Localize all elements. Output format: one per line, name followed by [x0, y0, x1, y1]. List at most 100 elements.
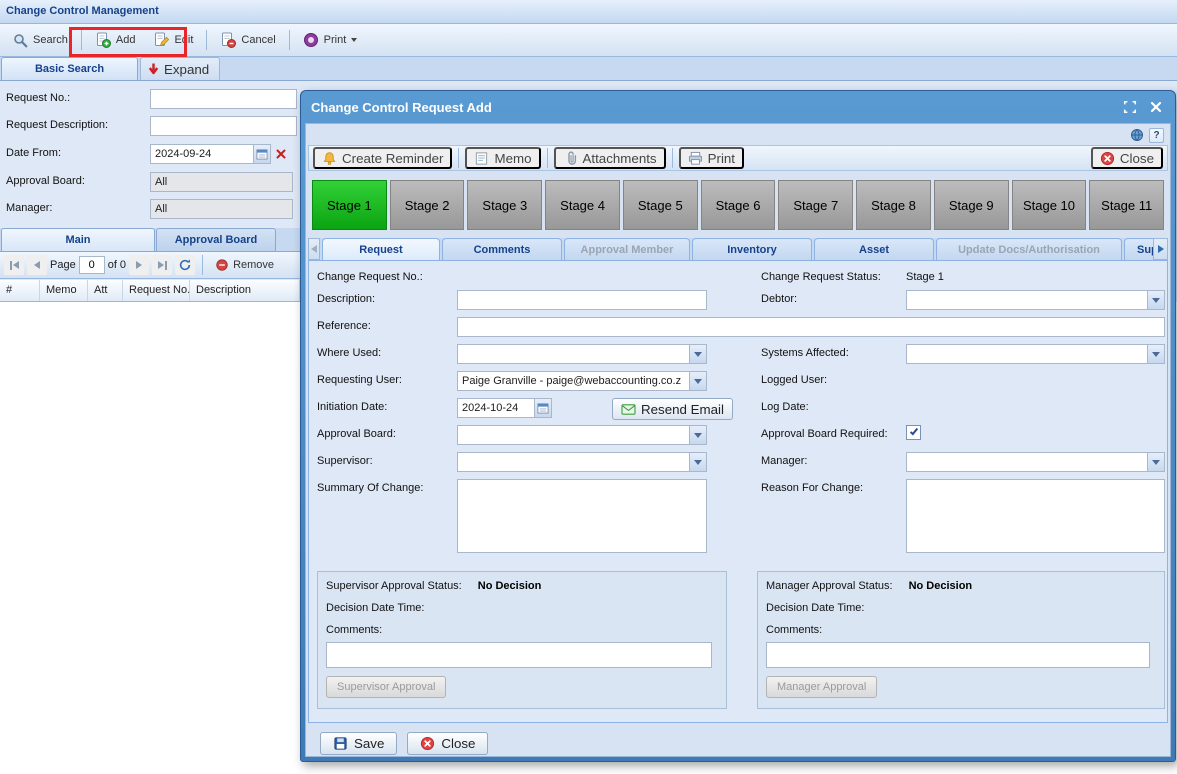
print-menu-arrow-icon: [351, 38, 357, 42]
debtor-combo[interactable]: [906, 290, 1165, 310]
stage-10-button[interactable]: Stage 10: [1012, 180, 1087, 230]
manager-combo[interactable]: [906, 452, 1165, 472]
initiation-date-picker-button[interactable]: [534, 398, 552, 418]
grid-header-att[interactable]: Att: [88, 280, 123, 301]
tab-approval-board[interactable]: Approval Board: [156, 228, 276, 251]
expand-button[interactable]: Expand: [140, 57, 220, 80]
page-number-input[interactable]: [79, 256, 105, 274]
edit-button[interactable]: Edit: [144, 27, 202, 53]
tab-basic-search[interactable]: Basic Search: [1, 57, 138, 80]
manager-comments-input[interactable]: [766, 642, 1150, 668]
modal-close-toolbar-button[interactable]: Close: [1091, 147, 1163, 169]
add-button[interactable]: Add: [86, 27, 145, 53]
dropdown-arrow-icon[interactable]: [1147, 345, 1164, 363]
refresh-button[interactable]: [175, 255, 195, 275]
supervisor-approval-button[interactable]: Supervisor Approval: [326, 676, 446, 698]
stage-7-button[interactable]: Stage 7: [778, 180, 853, 230]
dropdown-arrow-icon[interactable]: [689, 345, 706, 363]
next-page-button[interactable]: [129, 255, 149, 275]
description-input[interactable]: [457, 290, 707, 310]
dropdown-arrow-icon[interactable]: [1147, 453, 1164, 471]
stage-1-button[interactable]: Stage 1: [312, 180, 387, 230]
dropdown-arrow-icon[interactable]: [689, 372, 706, 390]
toolbar-separator: [289, 30, 290, 50]
modal-close-footer-button[interactable]: Close: [407, 732, 488, 755]
search-button-label: Search: [33, 34, 68, 46]
previous-page-icon: [34, 261, 40, 269]
stage-3-button[interactable]: Stage 3: [467, 180, 542, 230]
date-from-picker-button[interactable]: [253, 144, 271, 164]
grid-header-request-no[interactable]: Request No.: [123, 280, 190, 301]
calendar-icon: [537, 402, 549, 414]
summary-of-change-textarea[interactable]: [457, 479, 707, 553]
stage-6-button[interactable]: Stage 6: [701, 180, 776, 230]
dropdown-arrow-icon[interactable]: [689, 453, 706, 471]
tab-inventory[interactable]: Inventory: [692, 238, 812, 260]
calendar-icon: [256, 148, 268, 160]
tab-approval-member[interactable]: Approval Member: [564, 238, 690, 260]
first-page-button[interactable]: [4, 255, 24, 275]
cancel-button[interactable]: Cancel: [211, 27, 284, 53]
modal-print-button[interactable]: Print: [679, 147, 744, 169]
resend-email-button[interactable]: Resend Email: [612, 398, 733, 420]
paperclip-icon: [563, 151, 578, 166]
attachments-button[interactable]: Attachments: [554, 147, 666, 169]
systems-affected-combo[interactable]: [906, 344, 1165, 364]
scroll-right-icon: [1158, 245, 1164, 253]
tab-main[interactable]: Main: [1, 228, 155, 251]
stage-2-button[interactable]: Stage 2: [390, 180, 465, 230]
stage-4-button[interactable]: Stage 4: [545, 180, 620, 230]
remove-button-label: Remove: [233, 259, 274, 271]
stage-11-button[interactable]: Stage 11: [1089, 180, 1164, 230]
reason-for-change-textarea[interactable]: [906, 479, 1165, 553]
grid-paging-toolbar: Page of 0 Remove: [0, 252, 300, 279]
date-from-clear-button[interactable]: [273, 144, 289, 164]
supervisor-approval-panel: Supervisor Approval Status:No Decision D…: [317, 571, 727, 709]
tab-asset[interactable]: Asset: [814, 238, 934, 260]
supervisor-approval-status-value: No Decision: [478, 580, 542, 592]
memo-button-label: Memo: [494, 151, 531, 166]
last-page-button[interactable]: [152, 255, 172, 275]
close-button-titlebar[interactable]: [1147, 98, 1165, 116]
requesting-user-combo[interactable]: Paige Granville - paige@webaccounting.co…: [457, 371, 707, 391]
approval-board-required-checkbox[interactable]: [906, 425, 921, 440]
date-from-input[interactable]: 2024-09-24: [150, 144, 254, 164]
stage-9-button[interactable]: Stage 9: [934, 180, 1009, 230]
approval-board-filter-field[interactable]: All: [150, 172, 293, 192]
supervisor-comments-input[interactable]: [326, 642, 712, 668]
remove-button[interactable]: Remove: [210, 254, 279, 276]
stage-5-button[interactable]: Stage 5: [623, 180, 698, 230]
create-reminder-button[interactable]: Create Reminder: [313, 147, 452, 169]
help-button[interactable]: ?: [1149, 128, 1164, 143]
grid-header-number[interactable]: #: [0, 280, 40, 301]
grid-header-memo[interactable]: Memo: [40, 280, 88, 301]
approval-board-combo[interactable]: [457, 425, 707, 445]
request-description-input[interactable]: [150, 116, 297, 136]
tab-scroll-left-button[interactable]: [308, 238, 320, 260]
manager-filter-field[interactable]: All: [150, 199, 293, 219]
dropdown-arrow-icon[interactable]: [1147, 291, 1164, 309]
request-no-input[interactable]: [150, 89, 297, 109]
tab-comments[interactable]: Comments: [442, 238, 562, 260]
globe-button[interactable]: [1129, 128, 1144, 143]
requesting-user-value: Paige Granville - paige@webaccounting.co…: [458, 372, 706, 390]
grid-header-description[interactable]: Description: [190, 280, 300, 301]
print-button[interactable]: Print: [294, 27, 367, 53]
search-button[interactable]: Search: [4, 27, 77, 53]
supervisor-combo[interactable]: [457, 452, 707, 472]
supervisor-comments-label: Comments:: [326, 624, 382, 636]
stage-8-button[interactable]: Stage 8: [856, 180, 931, 230]
initiation-date-input[interactable]: 2024-10-24: [457, 398, 535, 418]
tab-scroll-right-button[interactable]: [1153, 238, 1168, 260]
save-button[interactable]: Save: [320, 732, 397, 755]
cancel-icon: [220, 32, 236, 48]
dropdown-arrow-icon[interactable]: [689, 426, 706, 444]
maximize-button[interactable]: [1121, 98, 1139, 116]
manager-approval-button[interactable]: Manager Approval: [766, 676, 877, 698]
memo-button[interactable]: Memo: [465, 147, 540, 169]
reference-input[interactable]: [457, 317, 1165, 337]
previous-page-button[interactable]: [27, 255, 47, 275]
tab-update-docs-authorisation[interactable]: Update Docs/Authorisation: [936, 238, 1122, 260]
where-used-combo[interactable]: [457, 344, 707, 364]
tab-request[interactable]: Request: [322, 238, 440, 260]
